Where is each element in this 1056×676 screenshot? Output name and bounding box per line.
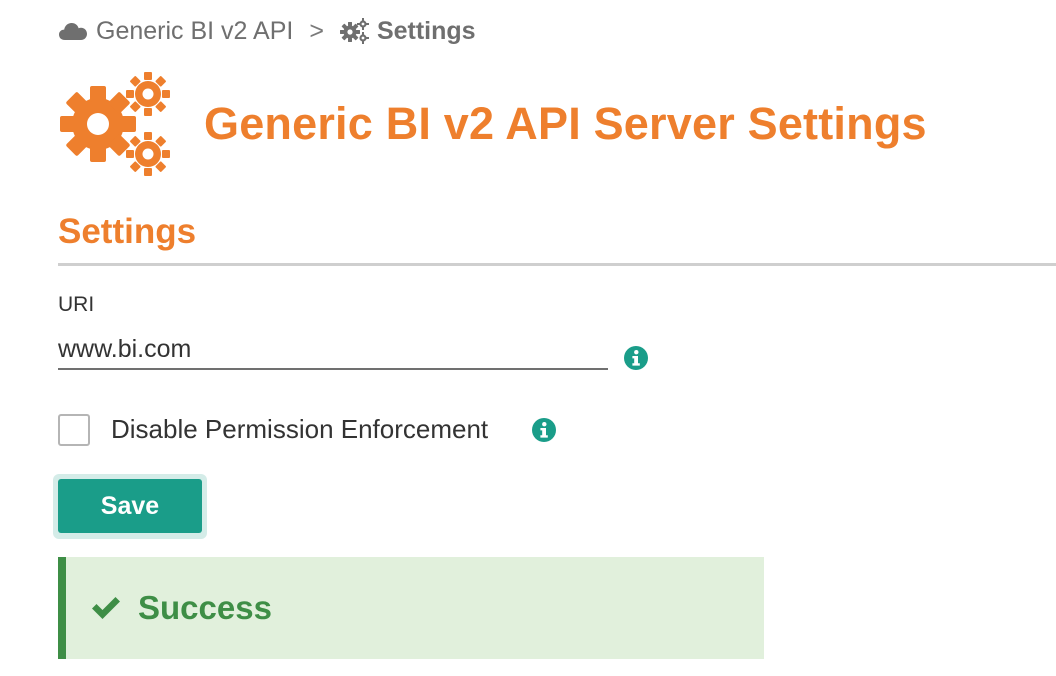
success-alert: Success [58,557,764,659]
save-button-focus-ring: Save [53,474,207,539]
settings-page: Generic BI v2 API > Settings Generic BI … [0,0,1056,676]
gears-icon [339,18,370,44]
breadcrumb: Generic BI v2 API > Settings [58,14,476,48]
uri-input[interactable] [58,330,608,370]
save-button[interactable]: Save [58,479,202,533]
section-title: Settings [58,212,197,251]
breadcrumb-separator: > [309,16,324,45]
gears-icon [56,70,172,178]
alert-message: Success [138,589,272,626]
page-header: Generic BI v2 API Server Settings [56,70,927,178]
disable-permission-checkbox[interactable] [58,414,90,446]
checkmark-icon [90,595,122,621]
cloud-icon [58,21,88,41]
section-divider [58,263,1056,266]
page-title: Generic BI v2 API Server Settings [204,98,927,149]
info-icon[interactable] [624,346,648,370]
disable-permission-label[interactable]: Disable Permission Enforcement [111,414,488,445]
breadcrumb-parent-link[interactable]: Generic BI v2 API [96,17,293,46]
info-icon[interactable] [532,418,556,442]
uri-label: URI [58,293,95,316]
breadcrumb-current: Settings [376,16,476,45]
